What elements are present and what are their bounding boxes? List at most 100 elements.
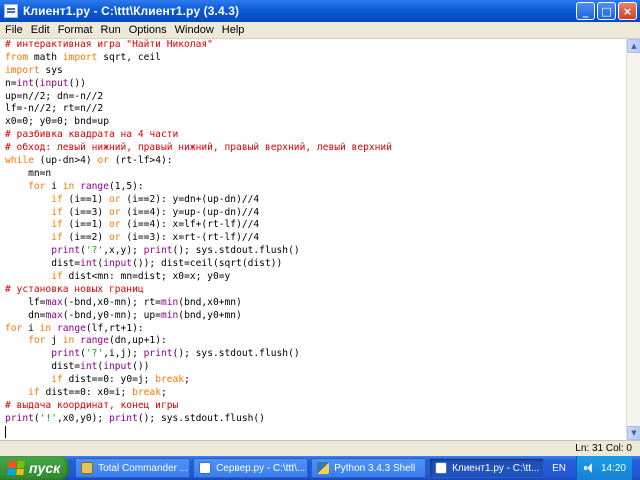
- task-server-py[interactable]: Сервер.py - C:\ttt\...: [193, 458, 309, 478]
- task-label: Python 3.4.3 Shell: [334, 462, 416, 474]
- code-token: break: [132, 387, 161, 399]
- scroll-up-icon[interactable]: ▲: [627, 39, 640, 53]
- code-token: (i==4): x=lf+(rt-lf)//4: [120, 219, 260, 231]
- code-line[interactable]: lf=-n//2; rt=n//2: [5, 103, 626, 116]
- code-token: (i==1): [62, 193, 109, 205]
- clock[interactable]: 14:20: [601, 463, 626, 474]
- notification-area: 14:20: [575, 456, 632, 480]
- code-token: dn=: [5, 309, 46, 321]
- window-title-bar[interactable]: Клиент1.py - C:\ttt\Клиент1.py (3.4.3) _…: [0, 0, 640, 22]
- code-line[interactable]: if dist==0: x0=i; break;: [5, 387, 626, 400]
- menu-help[interactable]: Help: [218, 22, 249, 38]
- code-line[interactable]: dist=int(input()): [5, 361, 626, 374]
- code-line[interactable]: print('?',i,j); print(); sys.stdout.flus…: [5, 348, 626, 361]
- code-line[interactable]: if dist==0: y0=j; break;: [5, 374, 626, 387]
- code-token: in: [39, 322, 52, 334]
- code-line[interactable]: from math import sqrt, ceil: [5, 52, 626, 65]
- code-line[interactable]: for i in range(1,5):: [5, 181, 626, 194]
- code-token: mn=n: [5, 167, 52, 179]
- close-button[interactable]: ×: [618, 2, 637, 20]
- code-line[interactable]: import sys: [5, 65, 626, 78]
- code-line[interactable]: x0=0; y0=0; bnd=up: [5, 116, 626, 129]
- code-token: while: [5, 155, 34, 167]
- code-line[interactable]: if (i==3) or (i==4): y=up-(up-dn)//4: [5, 207, 626, 220]
- task-label: Клиент1.py - C:\tt...: [452, 462, 540, 474]
- text-caret: [5, 425, 6, 438]
- code-line[interactable]: n=int(input()): [5, 78, 626, 91]
- code-line[interactable]: # интерактивная игра "Найти Николая": [5, 39, 626, 52]
- code-line[interactable]: dn=max(-bnd,y0-mn); up=min(bnd,y0+mn): [5, 310, 626, 323]
- windows-logo-icon: [7, 461, 25, 475]
- code-token: if: [51, 206, 63, 218]
- code-token: in: [62, 180, 75, 192]
- maximize-button[interactable]: □: [597, 2, 616, 20]
- menu-format[interactable]: Format: [54, 22, 97, 38]
- code-line[interactable]: if dist<mn: mn=dist; x0=x; y0=y: [5, 271, 626, 284]
- code-token: from: [5, 51, 29, 63]
- code-token: (-bnd,y0-mn); up=: [62, 309, 161, 321]
- start-button[interactable]: пуск: [0, 456, 70, 480]
- code-line[interactable]: if (i==1) or (i==2): y=dn+(up-dn)//4: [5, 194, 626, 207]
- code-token: import: [5, 64, 40, 76]
- code-line[interactable]: # обход: левый нижний, правый нижний, пр…: [5, 142, 626, 155]
- code-line[interactable]: for j in range(dn,up+1):: [5, 335, 626, 348]
- system-tray: EN 14:20: [544, 456, 640, 480]
- code-token: or: [109, 206, 121, 218]
- code-line[interactable]: # установка новых границ: [5, 284, 626, 297]
- code-token: (1,5):: [109, 180, 144, 192]
- code-line[interactable]: # выдача координат, конец игры: [5, 400, 626, 413]
- code-token: ()): [132, 361, 150, 373]
- menu-options[interactable]: Options: [125, 22, 171, 38]
- code-token: dist=: [5, 361, 81, 373]
- task-python-shell[interactable]: Python 3.4.3 Shell: [311, 458, 427, 478]
- code-token: (lf,rt+1):: [85, 322, 144, 334]
- code-token: ()): [68, 77, 86, 89]
- code-line[interactable]: print('?',x,y); print(); sys.stdout.flus…: [5, 245, 626, 258]
- code-line[interactable]: lf=max(-bnd,x0-mn); rt=min(bnd,x0+mn): [5, 297, 626, 310]
- code-token: (); sys.stdout.flush(): [137, 412, 265, 424]
- code-token: print: [143, 348, 173, 360]
- code-line[interactable]: mn=n: [5, 168, 626, 181]
- menu-window[interactable]: Window: [171, 22, 218, 38]
- speaker-icon[interactable]: [583, 462, 595, 474]
- code-line-current[interactable]: [5, 425, 626, 439]
- menu-file[interactable]: File: [0, 22, 27, 38]
- code-token: max: [45, 296, 63, 308]
- task-client1-py[interactable]: Клиент1.py - C:\tt...: [429, 458, 545, 478]
- task-total-commander[interactable]: Total Commander ...: [75, 458, 191, 478]
- code-line[interactable]: # разбивка квадрата на 4 части: [5, 129, 626, 142]
- code-token: if: [51, 374, 63, 386]
- code-line[interactable]: dist=int(input()); dist=ceil(sqrt(dist)): [5, 258, 626, 271]
- code-line[interactable]: up=n//2; dn=-n//2: [5, 91, 626, 104]
- minimize-button[interactable]: _: [576, 2, 595, 20]
- code-token: math: [28, 51, 63, 63]
- code-line[interactable]: print('!',x0,y0); print(); sys.stdout.fl…: [5, 413, 626, 426]
- code-line[interactable]: while (up-dn>4) or (rt-lf>4):: [5, 155, 626, 168]
- scroll-down-icon[interactable]: ▼: [627, 426, 640, 440]
- code-token: (i==3): [62, 206, 109, 218]
- code-token: or: [109, 219, 121, 231]
- menu-run[interactable]: Run: [97, 22, 125, 38]
- vertical-scrollbar[interactable]: ▲ ▼: [626, 39, 640, 440]
- total-commander-icon: [81, 462, 94, 474]
- code-token: range: [80, 335, 109, 347]
- menu-edit[interactable]: Edit: [27, 22, 54, 38]
- code-token: dist==0: x0=i;: [39, 387, 133, 399]
- code-token: if: [51, 219, 63, 231]
- code-line[interactable]: if (i==1) or (i==4): x=lf+(rt-lf)//4: [5, 219, 626, 232]
- code-token: ,x0,y0);: [57, 412, 109, 424]
- code-token: print: [51, 245, 81, 257]
- code-token: ,x,y);: [103, 245, 144, 257]
- code-token: range: [57, 322, 86, 334]
- code-text-area[interactable]: # интерактивная игра "Найти Николая" from…: [0, 39, 626, 439]
- language-indicator[interactable]: EN: [552, 463, 566, 474]
- code-editor[interactable]: # интерактивная игра "Найти Николая" from…: [0, 39, 626, 440]
- code-token: dist==0: y0=j;: [62, 374, 156, 386]
- code-line[interactable]: for i in range(lf,rt+1):: [5, 323, 626, 336]
- code-line[interactable]: if (i==2) or (i==3): x=rt-(rt-lf)//4: [5, 232, 626, 245]
- code-token: or: [97, 155, 109, 167]
- code-token: lf=-n//2; rt=n//2: [5, 103, 104, 115]
